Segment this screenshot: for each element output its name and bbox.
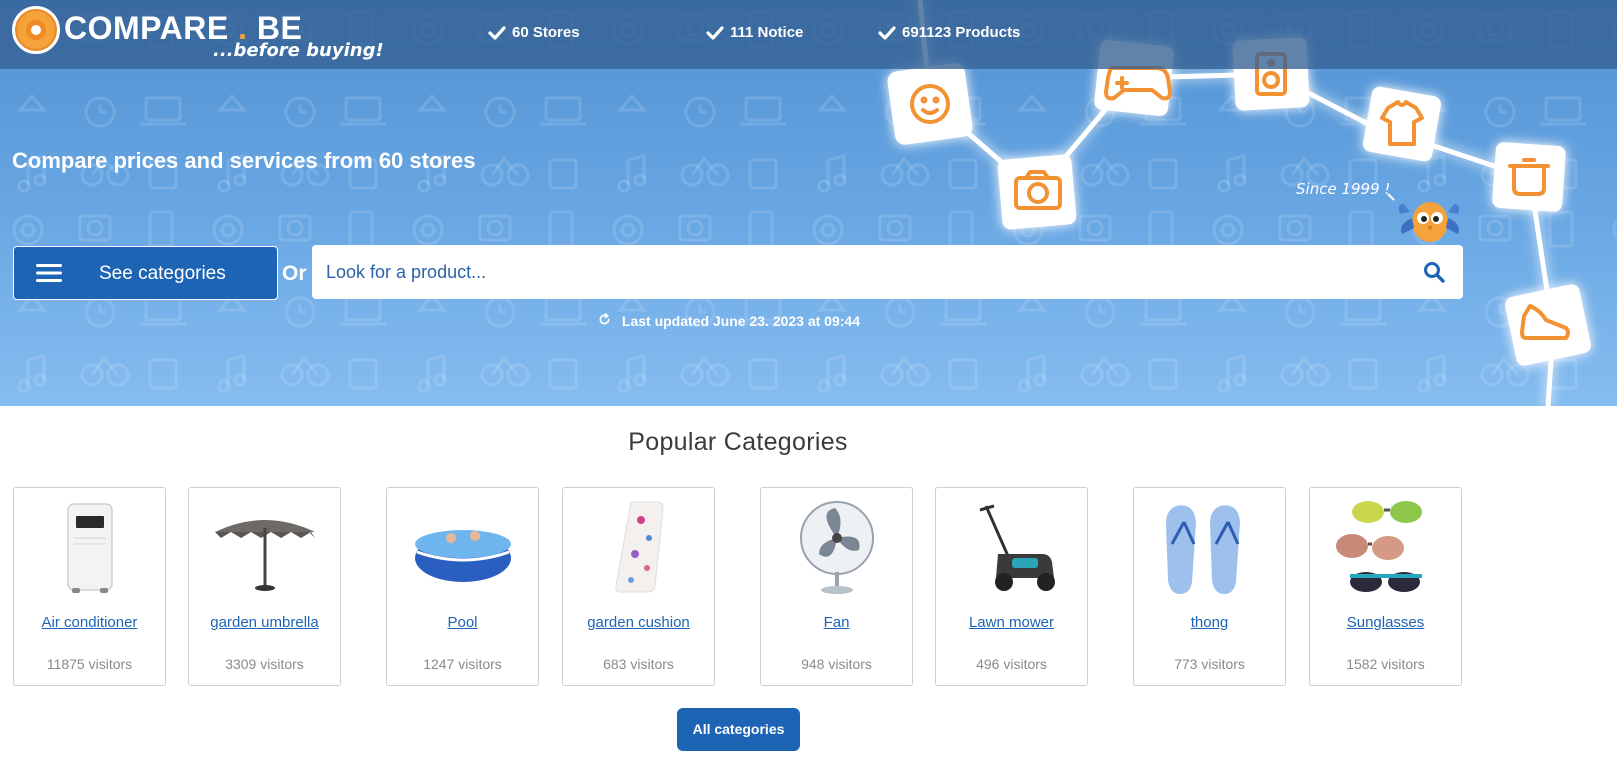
- category-name[interactable]: garden umbrella: [189, 614, 340, 631]
- logo-tagline: ...before buying!: [213, 40, 384, 61]
- see-categories-label: See categories: [99, 263, 226, 284]
- top-bar: COMPARE . BE ...before buying! 60 Stores…: [0, 0, 1617, 69]
- stat-label: 111 Notice: [730, 24, 804, 41]
- category-name[interactable]: Fan: [761, 614, 912, 631]
- category-visitors: 11875 visitors: [46, 656, 133, 672]
- category-name[interactable]: thong: [1134, 614, 1285, 631]
- category-visitors: 948 visitors: [801, 656, 872, 672]
- product-search-input[interactable]: [326, 245, 1406, 299]
- pool-image: [415, 530, 511, 582]
- owl-mascot: [1387, 193, 1460, 242]
- product-search-box: [312, 245, 1463, 299]
- category-card-thong[interactable]: thong 773 visitors: [1133, 487, 1286, 686]
- category-name[interactable]: Lawn mower: [936, 614, 1087, 631]
- category-name[interactable]: Pool: [387, 614, 538, 631]
- menu-icon: [36, 264, 62, 282]
- fan-image: [800, 501, 874, 594]
- cushion-image: [615, 501, 664, 593]
- stat-notice: 111 Notice: [706, 24, 803, 41]
- hero-title: Compare prices and services from 60 stor…: [12, 148, 476, 173]
- category-card-garden-umbrella[interactable]: garden umbrella 3309 visitors: [188, 487, 341, 686]
- hero-banner: Since 1999 ! COMPARE . BE ...before buyi…: [0, 0, 1617, 406]
- stat-label: 60 Stores: [512, 24, 580, 41]
- or-label: Or: [282, 262, 307, 285]
- category-visitors: 3309 visitors: [225, 656, 304, 672]
- sunglasses-image: [1336, 501, 1422, 592]
- all-categories-button[interactable]: All categories: [677, 708, 800, 751]
- check-icon: [706, 25, 724, 40]
- category-card-lawn-mower[interactable]: Lawn mower 496 visitors: [935, 487, 1088, 686]
- last-updated-text: Last updated June 23. 2023 at 09:44: [621, 313, 860, 329]
- category-card-sunglasses[interactable]: Sunglasses 1582 visitors: [1309, 487, 1462, 686]
- category-visitors: 773 visitors: [1174, 656, 1245, 672]
- category-name[interactable]: Sunglasses: [1310, 614, 1461, 631]
- category-name[interactable]: garden cushion: [563, 614, 714, 631]
- umbrella-image: [215, 520, 315, 591]
- stat-stores: 60 Stores: [488, 24, 580, 41]
- category-card-fan[interactable]: Fan 948 visitors: [760, 487, 913, 686]
- logo-target-icon: [12, 6, 60, 54]
- stat-label: 691123 Products: [902, 24, 1021, 41]
- stat-products: 691123 Products: [878, 24, 1020, 41]
- popular-categories-title: Popular Categories: [628, 428, 848, 456]
- last-updated: Last updated June 23. 2023 at 09:44: [598, 313, 860, 329]
- since-year-label: Since 1999 !: [1296, 180, 1391, 198]
- check-icon: [878, 25, 896, 40]
- site-logo[interactable]: COMPARE . BE ...before buying!: [10, 4, 384, 66]
- category-visitors: 683 visitors: [603, 656, 674, 672]
- flip-flops-image: [1166, 505, 1240, 594]
- category-card-garden-cushion[interactable]: garden cushion 683 visitors: [562, 487, 715, 686]
- category-visitors: 496 visitors: [976, 656, 1047, 672]
- category-card-air-conditioner[interactable]: Air conditioner 11875 visitors: [13, 487, 166, 686]
- lawn-mower-image: [979, 504, 1055, 591]
- air-conditioner-image: [67, 503, 113, 593]
- category-visitors: 1582 visitors: [1346, 656, 1425, 672]
- refresh-icon: [599, 313, 610, 325]
- see-categories-button[interactable]: See categories: [13, 246, 278, 300]
- category-visitors: 1247 visitors: [423, 656, 502, 672]
- category-card-pool[interactable]: Pool 1247 visitors: [386, 487, 539, 686]
- check-icon: [488, 25, 506, 40]
- search-icon[interactable]: [1423, 261, 1445, 283]
- category-name[interactable]: Air conditioner: [14, 614, 165, 631]
